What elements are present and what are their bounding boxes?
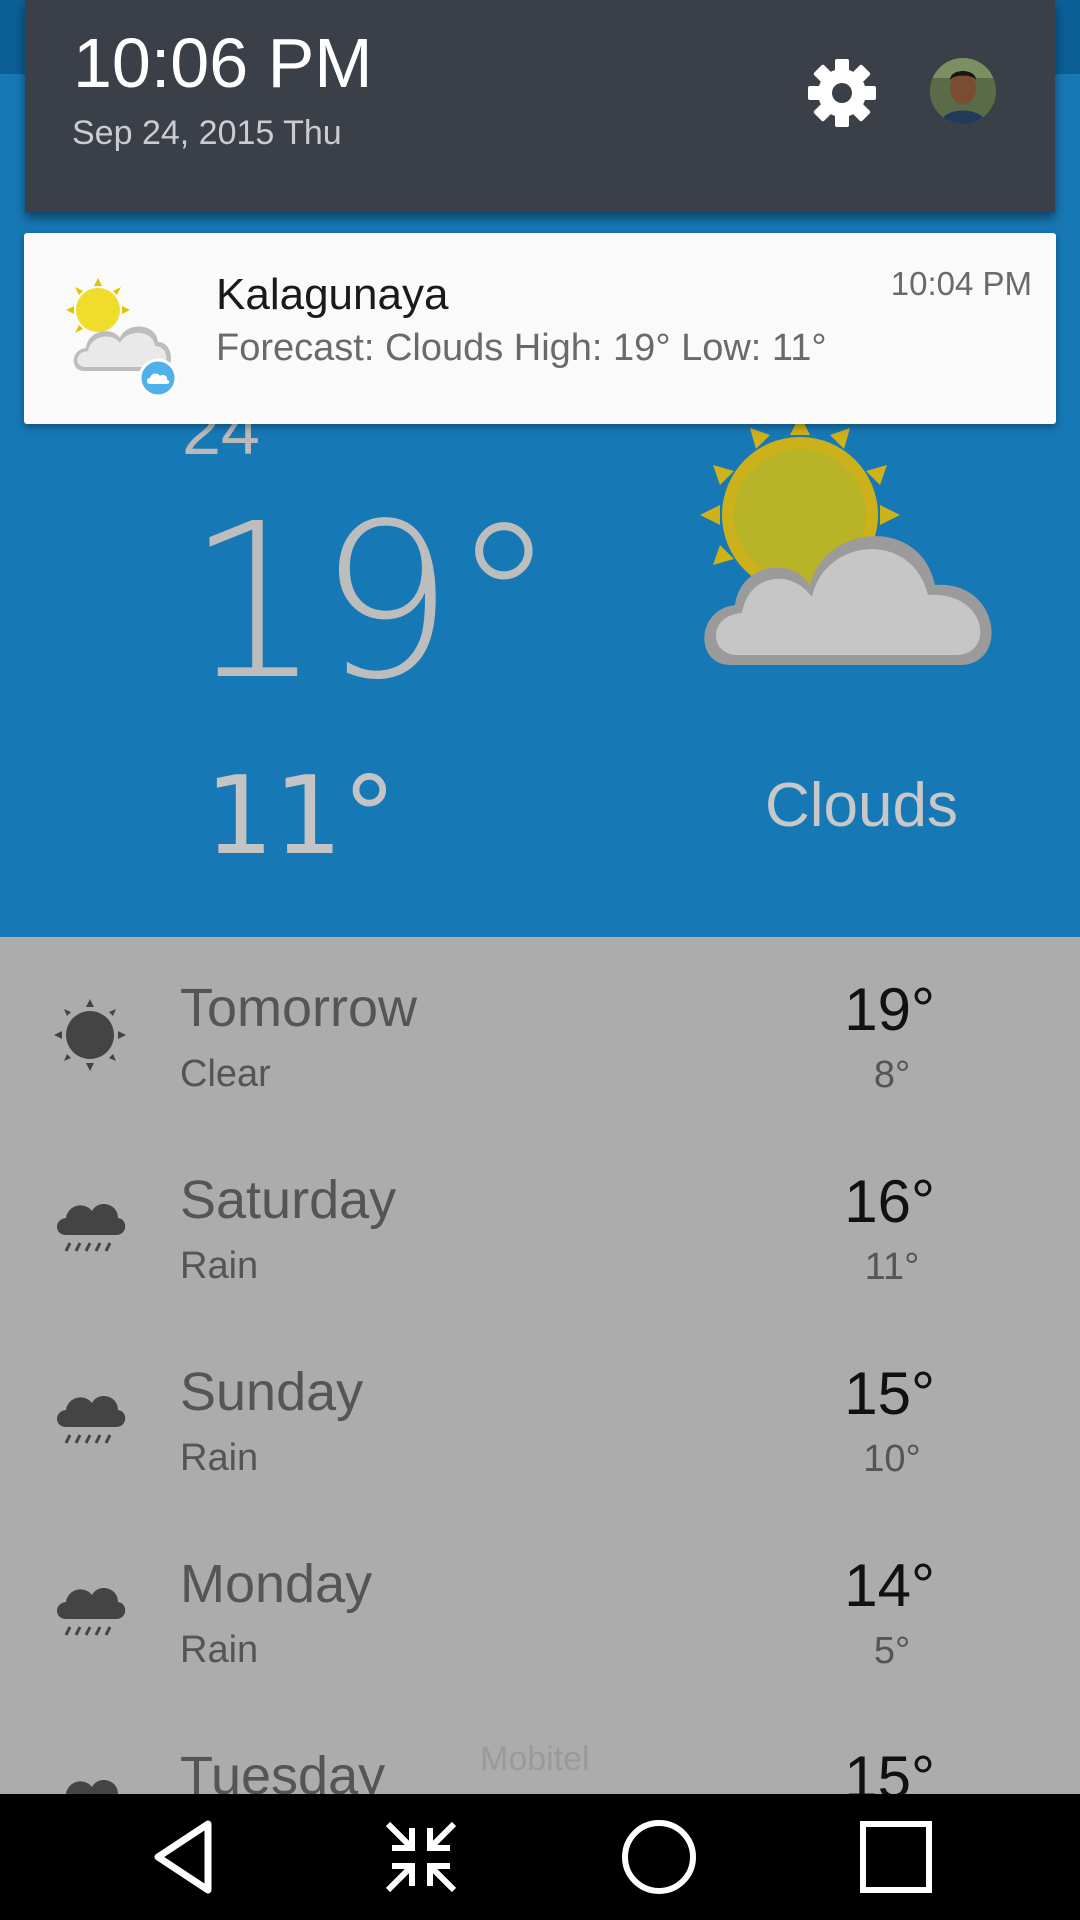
today-condition: Clouds [765,771,958,840]
back-triangle-icon[interactable] [142,1814,228,1900]
forecast-day: Sunday [180,1362,364,1422]
sun-icon [54,999,126,1071]
forecast-high: 15° [844,1744,935,1795]
forecast-low: 8° [873,1054,911,1096]
weather-app: 24 19° 11° Clouds Tomorrow Clear 19° 8° … [0,0,1080,1794]
shade-clock: 10:06 PM [73,24,373,102]
forecast-low: 11° [864,1246,920,1288]
forecast-row-sunday[interactable]: Sunday Rain 15° 10° [0,1321,1080,1513]
forecast-day: Tomorrow [180,978,418,1038]
notification-time: 10:04 PM [890,265,1032,302]
avatar-image [930,58,996,124]
forecast-desc: Rain [180,1245,259,1287]
forecast-day: Tuesday [180,1746,386,1794]
forecast-day: Monday [180,1554,373,1614]
rain-cloud-icon [66,1779,118,1794]
forecast-desc: Clear [180,1053,271,1095]
forecast-low: 5° [873,1630,911,1672]
forecast-high: 15° [844,1360,935,1427]
rain-cloud-icon [57,1395,126,1444]
forecast-low: 10° [863,1438,921,1480]
today-high-temp: 19° [186,478,557,727]
forecast-row-saturday[interactable]: Saturday Rain 16° 11° [0,1129,1080,1321]
forecast-desc: Rain [180,1437,259,1479]
forecast-list: Tomorrow Clear 19° 8° Saturday Rain 16° … [0,937,1080,1794]
sun-behind-cloud-icon [700,415,992,665]
forecast-high: 14° [844,1552,935,1619]
rain-cloud-icon [57,1587,126,1636]
gear-icon[interactable] [807,58,877,128]
notification-text: Forecast: Clouds High: 19° Low: 11° [216,327,827,369]
forecast-high: 16° [844,1168,935,1235]
today-low-temp: 11° [205,754,397,879]
recents-square-icon[interactable] [853,1814,939,1900]
collapse-arrows-icon[interactable] [378,1814,464,1900]
partly-cloudy-icon [66,278,178,398]
user-avatar[interactable] [930,58,996,124]
rain-cloud-icon [57,1203,126,1252]
home-circle-icon[interactable] [616,1814,702,1900]
notification-title: Kalagunaya [216,270,449,319]
notification-shade-header[interactable]: 10:06 PM Sep 24, 2015 Thu [25,0,1055,212]
carrier-label: Mobitel [480,1740,590,1778]
forecast-day: Saturday [180,1170,397,1230]
weather-notification[interactable]: Kalagunaya Forecast: Clouds High: 19° Lo… [24,233,1056,424]
forecast-high: 19° [844,976,935,1043]
shade-date[interactable]: Sep 24, 2015 Thu [72,116,342,150]
forecast-desc: Rain [180,1629,259,1671]
forecast-row-tomorrow[interactable]: Tomorrow Clear 19° 8° [0,937,1080,1129]
forecast-row-monday[interactable]: Monday Rain 14° 5° [0,1513,1080,1705]
navigation-bar [0,1794,1080,1920]
